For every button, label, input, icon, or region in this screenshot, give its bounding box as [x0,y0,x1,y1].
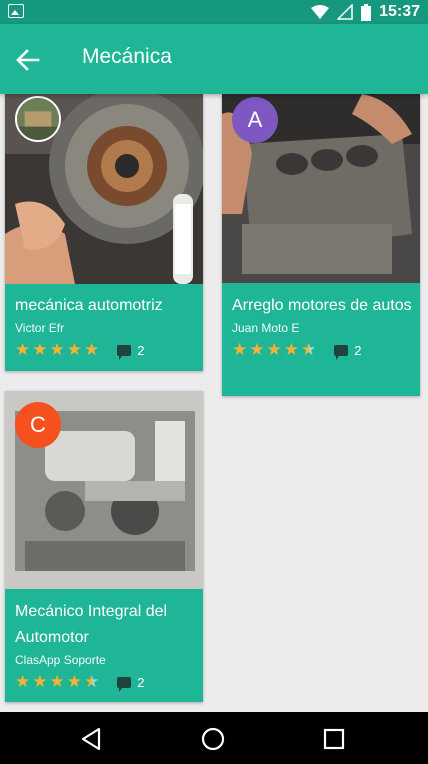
author-avatar: C [15,402,61,448]
cell-signal-icon [337,4,353,20]
star-icon: ★ [283,339,299,360]
service-card[interactable]: A Arreglo motores de autos Juan Moto E ★… [222,94,420,396]
avatar-letter: A [247,107,263,132]
wifi-icon [311,5,330,19]
back-arrow-icon[interactable] [14,46,42,74]
card-title: Arreglo motores de autos [232,297,412,314]
app-toolbar: Mecánica [0,24,428,94]
status-bar: 15:37 [0,0,428,24]
battery-icon [361,3,372,21]
nav-back-icon[interactable] [79,726,105,752]
system-nav-bar [0,712,428,764]
comment-icon [117,676,132,692]
author-avatar: A [232,97,278,143]
nav-home-icon[interactable] [200,726,226,752]
star-icon: ★ [49,339,65,360]
card-title: Mecánico Integral del Automotor [15,603,168,646]
card-author: Juan Moto E [232,321,300,335]
comment-icon [117,344,132,360]
star-icon: ★ [15,339,31,360]
page-title: Mecánica [82,45,172,68]
card-title: mecánica automotriz [15,297,163,314]
rating-stars: ★ ★ ★ ★ ★ [15,339,100,360]
star-icon: ★ [249,339,265,360]
star-icon: ★ [32,671,48,692]
rating-stars: ★ ★ ★ ★ ★ [232,339,317,360]
image-notification-icon [8,4,24,18]
card-author: ClasApp Soporte [15,653,106,667]
author-avatar [15,96,61,142]
avatar-letter: C [30,412,46,437]
card-author: Victor Efr [15,321,65,335]
comment-count: 2 [137,674,145,690]
star-icon: ★ [66,339,82,360]
star-half-icon: ★ [84,671,100,692]
star-icon: ★ [266,339,282,360]
star-icon: ★ [84,339,100,360]
service-card[interactable]: C Mecánico Integral del Automotor ClasAp… [5,391,203,702]
star-icon: ★ [49,671,65,692]
star-icon: ★ [232,339,248,360]
service-card[interactable]: mecánica automotriz Victor Efr ★ ★ ★ ★ ★ 2 [5,94,203,371]
nav-recents-icon[interactable] [321,726,347,752]
comment-count: 2 [354,342,362,358]
star-icon: ★ [32,339,48,360]
comment-icon [334,344,349,360]
comment-count: 2 [137,342,145,358]
status-time: 15:37 [379,3,420,20]
star-icon: ★ [66,671,82,692]
rating-stars: ★ ★ ★ ★ ★ [15,671,100,692]
star-half-icon: ★ [301,339,317,360]
star-icon: ★ [15,671,31,692]
